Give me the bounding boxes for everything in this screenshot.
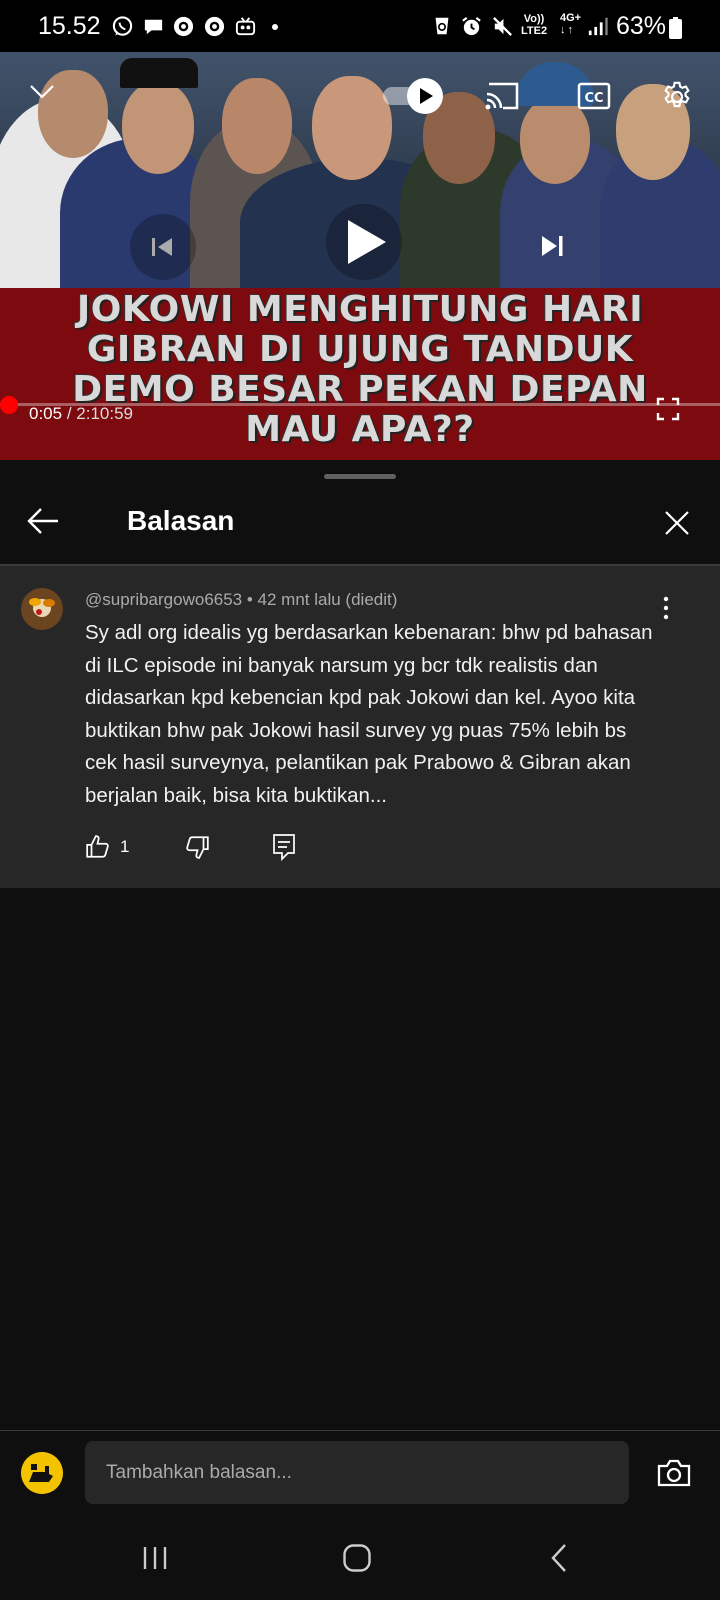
autoplay-toggle[interactable] bbox=[383, 78, 447, 114]
video-headline: JOKOWI MENGHITUNG HARI GIBRAN DI UJUNG T… bbox=[72, 289, 648, 450]
record-icon bbox=[171, 14, 195, 38]
record-icon bbox=[202, 14, 226, 38]
play-button[interactable] bbox=[326, 204, 402, 280]
progress-track[interactable] bbox=[0, 403, 720, 406]
like-count: 1 bbox=[120, 837, 130, 856]
gear-icon[interactable] bbox=[660, 80, 694, 119]
user-avatar bbox=[21, 1452, 63, 1494]
previous-button[interactable] bbox=[130, 214, 196, 280]
close-icon[interactable] bbox=[664, 510, 690, 541]
battery-icon bbox=[669, 17, 682, 44]
video-time: 0:05 / 2:10:59 bbox=[29, 404, 133, 423]
status-bar bbox=[0, 0, 720, 52]
chevron-down-icon[interactable] bbox=[29, 82, 55, 107]
fullscreen-icon[interactable] bbox=[656, 397, 680, 426]
camera-icon[interactable] bbox=[656, 1458, 692, 1493]
network-type: 4G+ ↓↑ bbox=[560, 12, 582, 36]
reply-icon[interactable] bbox=[272, 833, 296, 866]
home-icon[interactable] bbox=[342, 1543, 372, 1578]
more-vert-icon[interactable] bbox=[662, 596, 670, 625]
sheet-title: Balasan bbox=[127, 505, 235, 536]
mute-icon bbox=[490, 14, 514, 38]
play-icon bbox=[348, 220, 386, 264]
recent-apps-icon[interactable] bbox=[142, 1545, 168, 1576]
next-button[interactable] bbox=[540, 234, 566, 263]
comment-author[interactable]: @supribargowo6653 bbox=[85, 590, 242, 609]
battery-percentage: 63% bbox=[616, 12, 667, 40]
thumbs-up-icon[interactable] bbox=[85, 834, 111, 865]
comment-text: Sy adl org idealis yg berdasarkan kebena… bbox=[85, 621, 653, 807]
nav-back-icon[interactable] bbox=[550, 1543, 568, 1578]
progress-scrubber[interactable] bbox=[0, 396, 18, 414]
more-notifications-dot bbox=[272, 24, 278, 30]
whatsapp-icon bbox=[110, 14, 134, 38]
input-divider bbox=[0, 1430, 720, 1431]
status-time: 15.52 bbox=[38, 12, 101, 40]
previous-icon bbox=[152, 238, 172, 256]
alarm-icon bbox=[459, 14, 483, 38]
comment-time: 42 mnt lalu (diedit) bbox=[257, 590, 398, 609]
reply-input[interactable] bbox=[85, 1441, 629, 1504]
recycle-icon bbox=[430, 14, 454, 38]
signal-icon bbox=[586, 14, 610, 38]
comment-meta: @supribargowo6653 • 42 mnt lalu (diedit) bbox=[85, 590, 398, 609]
robot-icon bbox=[233, 14, 257, 38]
cc-icon[interactable]: CC bbox=[577, 82, 611, 115]
drag-handle[interactable] bbox=[324, 474, 396, 479]
thumbs-down-icon[interactable] bbox=[184, 834, 210, 865]
video-player[interactable]: JOKOWI MENGHITUNG HARI GIBRAN DI UJUNG T… bbox=[0, 52, 720, 460]
back-arrow-icon[interactable] bbox=[26, 506, 60, 541]
svg-text:CC: CC bbox=[584, 91, 603, 106]
next-icon bbox=[542, 236, 563, 256]
chat-bubble-icon bbox=[141, 14, 165, 38]
avatar[interactable] bbox=[21, 588, 63, 630]
network-volte: Vo)) LTE2 bbox=[521, 13, 548, 37]
cast-icon[interactable] bbox=[483, 80, 521, 117]
